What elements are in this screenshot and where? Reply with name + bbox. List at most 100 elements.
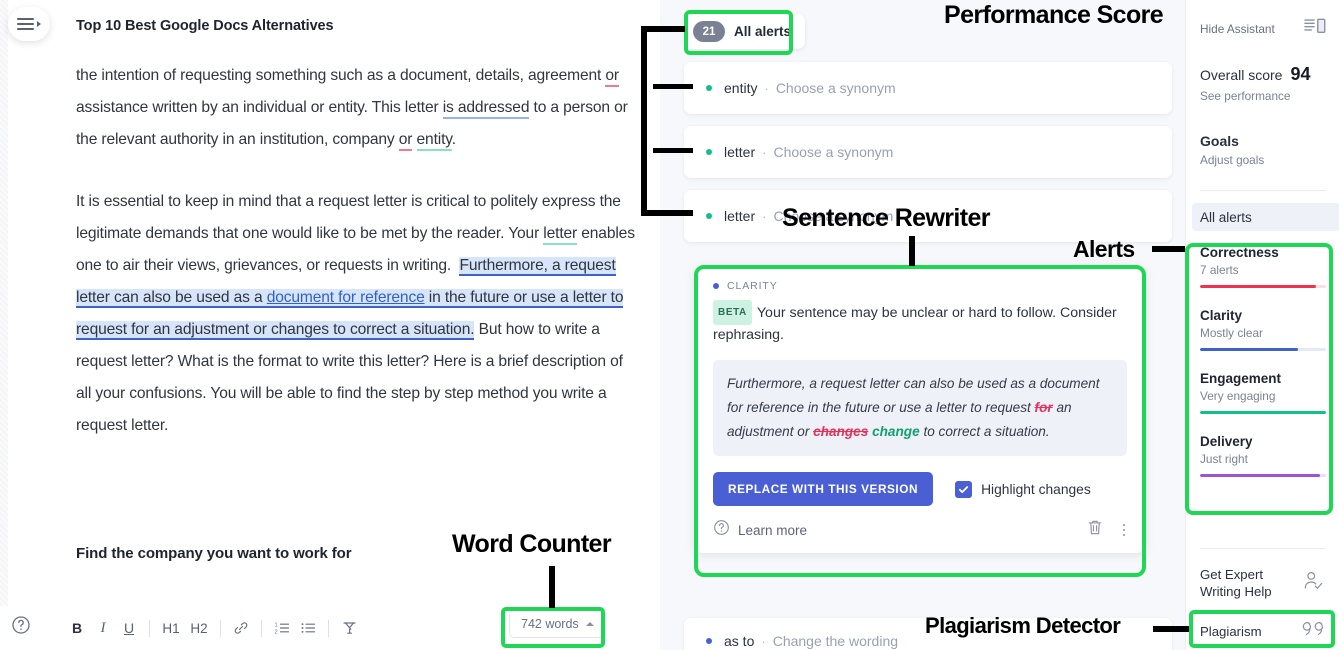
svg-text:1: 1 xyxy=(274,622,277,628)
p1-flag-addressed[interactable]: is addressed xyxy=(442,99,530,119)
document-body[interactable]: the intention of requesting something su… xyxy=(76,60,636,472)
p1-seg2: assistance written by an individual or e… xyxy=(76,99,443,116)
clear-formatting-icon[interactable] xyxy=(336,615,362,641)
goals-block[interactable]: Goals Adjust goals xyxy=(1200,133,1330,167)
p1-seg5: . xyxy=(451,131,456,148)
document-for-reference-link[interactable]: document for reference xyxy=(266,289,425,308)
metric-bar xyxy=(1200,411,1326,414)
hamburger-bars xyxy=(17,18,34,30)
overall-score-value: 94 xyxy=(1290,64,1311,84)
p1-flag-or2[interactable]: or xyxy=(398,131,412,151)
metric-status: Mostly clear xyxy=(1200,326,1263,340)
beta-badge: BETA xyxy=(713,300,752,325)
metric-name: Correctness xyxy=(1200,245,1279,260)
all-alerts-tab-label: All alerts xyxy=(734,24,792,39)
alert-dot-icon xyxy=(706,149,712,155)
document-title: Top 10 Best Google Docs Alternatives xyxy=(76,18,334,34)
ordered-list-icon[interactable]: 1 2 xyxy=(269,615,295,641)
rewriter-category: CLARITY xyxy=(713,280,1127,292)
overall-score-row: Overall score 94 xyxy=(1200,64,1330,85)
alert-separator: · xyxy=(762,144,767,160)
metric-delivery[interactable]: Delivery Just right xyxy=(1200,434,1326,477)
document-subheading: Find the company you want to work for xyxy=(76,545,352,562)
alert-card-letter-2[interactable]: letter · Choose a synonym xyxy=(684,190,1172,242)
alert-hint: Choose a synonym xyxy=(773,208,894,224)
expand-caret-icon xyxy=(37,21,41,27)
person-check-icon xyxy=(1302,569,1326,598)
learn-more-link[interactable]: Learn more xyxy=(713,519,807,541)
alert-card-entity[interactable]: entity · Choose a synonym xyxy=(684,62,1172,114)
trash-icon[interactable] xyxy=(1087,519,1103,541)
p1-seg4 xyxy=(412,131,416,148)
metric-clarity[interactable]: Clarity Mostly clear xyxy=(1200,308,1326,351)
suggestion-deleted-1: for xyxy=(1034,400,1053,415)
heading2-button[interactable]: H2 xyxy=(185,615,213,641)
p1-seg1: the intention of requesting something su… xyxy=(76,67,606,84)
hamburger-menu-icon[interactable] xyxy=(8,7,50,41)
bold-button[interactable]: B xyxy=(64,615,90,641)
metric-correctness[interactable]: Correctness 7 alerts xyxy=(1200,245,1326,288)
alert-hint: Choose a synonym xyxy=(773,144,894,160)
metric-name: Delivery xyxy=(1200,434,1253,449)
alert-hint: Choose a synonym xyxy=(775,80,896,96)
goals-label: Goals xyxy=(1200,133,1239,149)
all-alerts-tab[interactable]: 21 All alerts xyxy=(684,14,806,49)
alert-word: as to xyxy=(724,633,755,649)
assistant-sidebar: Hide Assistant Overall score 94 See perf… xyxy=(1185,0,1339,650)
expert-help-label: Get Expert Writing Help xyxy=(1200,567,1272,599)
plagiarism-button[interactable]: Plagiarism xyxy=(1200,618,1326,645)
word-counter-button[interactable]: 742 words xyxy=(509,610,606,638)
rewriter-footer: Learn more xyxy=(713,519,1127,543)
rewriter-description: BETA Your sentence may be unclear or hard… xyxy=(713,300,1127,346)
paragraph-2: It is essential to keep in mind that a r… xyxy=(76,186,636,442)
metric-status: Just right xyxy=(1200,452,1248,466)
p2-flag-letter[interactable]: letter xyxy=(543,225,577,245)
see-performance-link[interactable]: See performance xyxy=(1200,89,1330,103)
toolbar-separator xyxy=(220,619,221,637)
kebab-menu-icon[interactable] xyxy=(1121,522,1128,539)
sidebar-item-all-alerts[interactable]: All alerts xyxy=(1192,203,1339,231)
alert-word: letter xyxy=(724,208,756,224)
p1-flag-entity[interactable]: entity xyxy=(416,131,452,151)
overall-score-block[interactable]: Overall score 94 See performance xyxy=(1200,64,1330,103)
alert-card-as-to[interactable]: as to · Change the wording xyxy=(684,618,1172,650)
learn-more-label: Learn more xyxy=(738,522,808,538)
alert-card-letter-1[interactable]: letter · Choose a synonym xyxy=(684,126,1172,178)
metric-name: Engagement xyxy=(1200,371,1282,386)
chevron-up-icon xyxy=(585,622,594,626)
get-expert-writing-help-button[interactable]: Get Expert Writing Help xyxy=(1200,566,1326,600)
plagiarism-label: Plagiarism xyxy=(1200,624,1262,639)
underline-button[interactable]: U xyxy=(116,615,142,641)
p1-flag-or1[interactable]: or xyxy=(605,67,619,87)
alert-word: letter xyxy=(724,144,756,160)
hide-assistant-button[interactable]: Hide Assistant xyxy=(1200,18,1326,39)
metric-engagement[interactable]: Engagement Very engaging xyxy=(1200,371,1326,414)
italic-button[interactable]: I xyxy=(90,615,116,641)
suggestion-part-3: to correct a situation. xyxy=(919,424,1050,439)
alert-separator: · xyxy=(764,80,769,96)
sidebar-divider xyxy=(1200,190,1326,191)
quote-marks-icon xyxy=(1300,618,1326,645)
checkbox-checked-icon xyxy=(955,480,973,498)
alert-dot-icon xyxy=(706,213,712,219)
sentence-rewriter-card: CLARITY BETA Your sentence may be unclear… xyxy=(695,266,1145,553)
metric-status: 7 alerts xyxy=(1200,263,1239,277)
highlight-changes-checkbox[interactable]: Highlight changes xyxy=(955,480,1091,498)
panel-toggle-icon[interactable] xyxy=(1304,18,1326,39)
heading1-button[interactable]: H1 xyxy=(157,615,185,641)
metric-status: Very engaging xyxy=(1200,389,1276,403)
rewriter-footer-actions xyxy=(1087,519,1128,541)
metric-bar xyxy=(1200,285,1326,288)
rewriter-actions: REPLACE WITH THIS VERSION Highlight chan… xyxy=(713,472,1127,506)
alert-word: entity xyxy=(724,80,758,96)
document-editor-pane: Top 10 Best Google Docs Alternatives the… xyxy=(0,0,660,650)
svg-text:2: 2 xyxy=(274,629,277,635)
help-icon[interactable] xyxy=(10,614,32,636)
link-icon[interactable] xyxy=(228,615,254,641)
adjust-goals-link[interactable]: Adjust goals xyxy=(1200,153,1330,167)
overall-score-label: Overall score xyxy=(1200,67,1283,83)
alert-hint: Change the wording xyxy=(772,633,899,649)
replace-with-this-version-button[interactable]: REPLACE WITH THIS VERSION xyxy=(713,472,934,506)
toolbar-separator xyxy=(261,619,262,637)
bullet-list-icon[interactable] xyxy=(295,615,321,641)
